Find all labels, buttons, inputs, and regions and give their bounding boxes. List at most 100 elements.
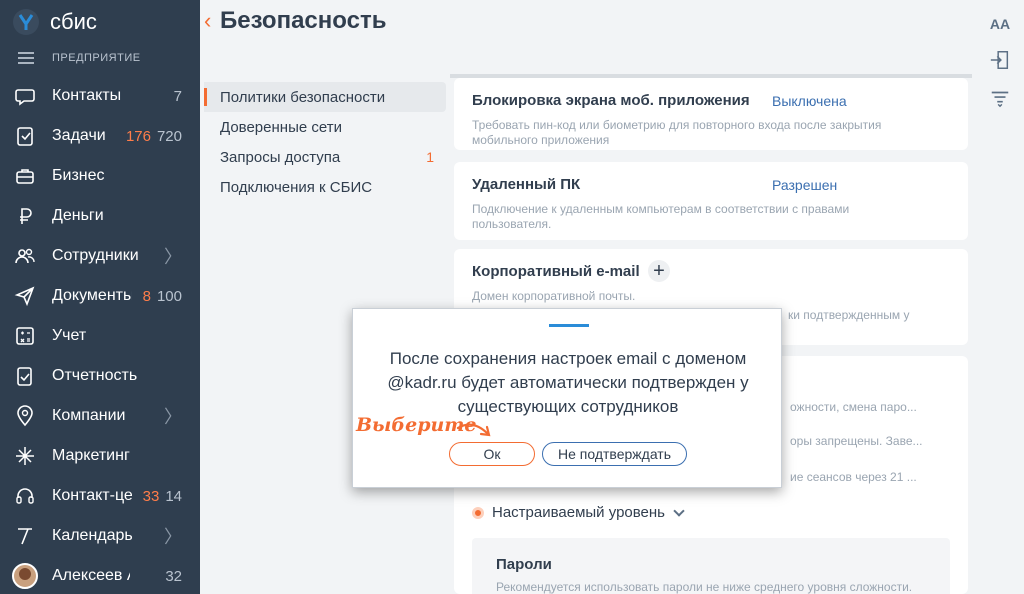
nav-label: Бизнес [52,167,105,184]
card-remote-pc[interactable]: Удаленный ПК Разрешен Подключение к удал… [454,162,968,240]
nav-item-accounting[interactable]: Учет [0,316,200,356]
subnav-item-trusted-networks[interactable]: Доверенные сети [204,112,446,142]
hint-arrow-icon [456,423,491,437]
subnav-label: Подключения к СБИС [220,178,373,196]
calendar-icon [14,525,36,547]
card-screen-lock[interactable]: Блокировка экрана моб. приложения Выключ… [454,78,968,150]
security-subnav: Политики безопасности Доверенные сети За… [204,82,446,202]
card-desc: Домен корпоративной почты. [472,289,636,303]
nav-count-new: 8 [142,287,151,305]
subnav-label: Запросы доступа [220,148,341,166]
back-arrow-icon[interactable]: ‹ [204,8,211,34]
sparkle-icon [14,445,36,467]
chevron-right-icon[interactable]: 〉 [164,243,182,269]
menu-icon[interactable] [18,52,34,64]
chevron-down-icon[interactable] [673,504,685,517]
chat-icon [14,85,36,107]
security-level-label: Настраиваемый уровень [492,504,665,521]
nav-item-money[interactable]: Деньги [0,196,200,236]
right-toolbar: AA [976,0,1024,594]
card-desc: Требовать пин-код или биометрию для повт… [472,118,882,147]
people-icon [14,245,36,267]
nav-label: Задачи [52,127,106,144]
card-title: Блокировка экрана моб. приложения [472,92,750,109]
logo-icon [13,9,39,35]
subnav-item-access-requests[interactable]: Запросы доступа 1 [204,142,446,172]
nav-label: Контакт-центр [52,487,132,504]
nav-item-employees[interactable]: Сотрудники 〉 [0,236,200,276]
chevron-right-icon[interactable]: 〉 [164,523,182,549]
nav-label: Сотрудники [52,247,139,264]
card-value[interactable]: Разрешен [772,177,837,193]
security-level-option[interactable]: Настраиваемый уровень [472,504,685,521]
nav-item-documents[interactable]: Документы 8 100 [0,276,200,316]
nav-label: Календарь [52,527,133,544]
dialog-message: После сохранения настроек email с домено… [387,349,749,416]
policy-row[interactable]: ожности, смена паро... [790,400,917,414]
logo[interactable]: сбис [12,6,97,38]
filter-icon[interactable] [988,86,1012,110]
passwords-desc: Рекомендуется использовать пароли не ниж… [496,580,913,594]
nav-count: 720 [156,127,182,145]
company-label: ПРЕДПРИЯТИЕ [52,52,141,64]
nav-item-tasks[interactable]: Задачи 176 720 [0,116,200,156]
nav-item-profile[interactable]: Алексеев А.А. 32 [0,556,200,594]
nav-label: Отчетность [52,367,138,384]
nav-item-reports[interactable]: Отчетность [0,356,200,396]
nav-label: Алексеев А.А. [52,567,130,584]
card-desc: Подключение к удаленным компьютерам в со… [472,202,850,231]
nav-item-companies[interactable]: Компании 〉 [0,396,200,436]
exit-icon[interactable] [988,48,1012,72]
card-value[interactable]: Выключена [772,93,847,109]
nav-label: Компании [52,407,126,424]
nav-count: 100 [156,287,182,305]
nav-item-marketing[interactable]: Маркетинг [0,436,200,476]
nav-item-contact-center[interactable]: Контакт-центр 33 14 [0,476,200,516]
subnav-label: Политики безопасности [220,88,386,106]
nav-item-contacts[interactable]: Контакты 7 [0,76,200,116]
ok-button[interactable]: Ок [449,442,535,466]
briefcase-icon [14,165,36,187]
nav-item-business[interactable]: Бизнес [0,156,200,196]
card-title: Удаленный ПК [472,176,581,193]
policy-row[interactable]: оры запрещены. Заве... [790,434,923,448]
subnav-label: Доверенные сети [220,118,342,136]
calculator-icon [14,325,36,347]
nav-label: Учет [52,327,87,344]
chevron-right-icon[interactable]: 〉 [164,403,182,429]
dialog-accent-bar [549,324,589,327]
main-nav: Контакты 7 Задачи 176 720 Бизнес Деньги С… [0,76,200,594]
card-desc-tail: ки подтвержденным у [788,308,910,322]
report-icon [14,365,36,387]
passwords-panel[interactable]: Пароли Рекомендуется использовать пароли… [472,538,950,594]
font-size-icon[interactable]: AA [988,12,1012,36]
subnav-item-policies[interactable]: Политики безопасности [204,82,446,112]
company-switcher[interactable]: ПРЕДПРИЯТИЕ [0,44,200,72]
nav-count-new: 33 [142,487,160,505]
nav-item-calendar[interactable]: Календарь 〉 [0,516,200,556]
nav-count: 7 [173,87,182,105]
do-not-confirm-button[interactable]: Не подтверждать [542,442,687,466]
logo-text: сбис [50,9,97,34]
avatar [12,563,38,589]
nav-label: Контакты [52,87,122,104]
add-icon[interactable]: + [648,260,670,282]
nav-label: Документы [52,287,132,304]
radio-selected-icon[interactable] [472,506,484,519]
sidebar: сбис ПРЕДПРИЯТИЕ Контакты 7 Задачи 176 72… [0,0,200,594]
confirm-dialog: После сохранения настроек email с домено… [352,308,782,488]
nav-label: Маркетинг [52,447,130,464]
send-icon [14,285,36,307]
passwords-title: Пароли [496,556,552,573]
tasks-icon [14,125,36,147]
subnav-count: 1 [426,149,434,165]
location-icon [14,405,36,427]
page-title: Безопасность [220,7,387,34]
nav-count: 32 [165,567,182,585]
nav-label: Деньги [52,207,104,224]
policy-row[interactable]: ие сеансов через 21 ... [790,470,917,484]
card-title: Корпоративный e-mail [472,263,640,280]
subnav-item-connections[interactable]: Подключения к СБИС [204,172,446,202]
nav-count-new: 176 [125,127,151,145]
nav-count: 14 [165,487,182,505]
